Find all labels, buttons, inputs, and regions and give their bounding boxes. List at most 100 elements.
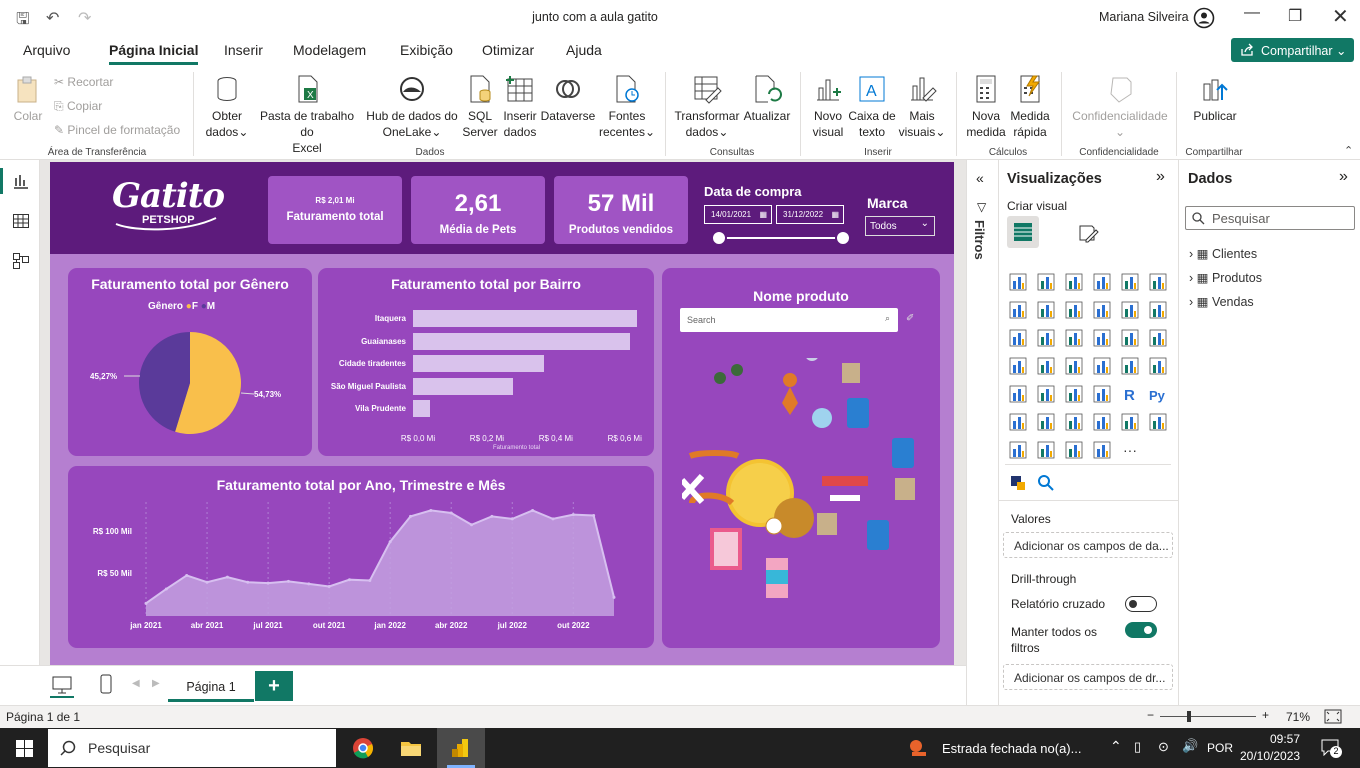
custom-visual-icon[interactable]: [1009, 474, 1027, 492]
next-page-icon[interactable]: ▶: [152, 678, 160, 689]
zoom-slider-handle[interactable]: [1187, 711, 1191, 722]
zoom-out-icon[interactable]: −: [1147, 708, 1154, 722]
bar-4[interactable]: [413, 400, 431, 417]
quick-measure-button[interactable]: Medida rápida: [1008, 74, 1052, 140]
fit-page-icon[interactable]: [1324, 709, 1342, 724]
area-point[interactable]: [612, 595, 616, 599]
avatar[interactable]: [1193, 7, 1215, 29]
end-date-input[interactable]: 31/12/2022 ▦: [776, 205, 844, 224]
area-point[interactable]: [225, 575, 229, 579]
clock-date[interactable]: 20/10/2023: [1240, 749, 1300, 763]
keep-filters-toggle[interactable]: [1125, 622, 1157, 638]
battery-icon[interactable]: ▯: [1134, 739, 1141, 755]
collapse-ribbon-icon[interactable]: ⌃: [1344, 144, 1353, 157]
area-point[interactable]: [470, 523, 474, 527]
get-data-button[interactable]: Obter dados⌄: [204, 74, 250, 140]
goals-icon[interactable]: [1121, 413, 1139, 431]
report-view-icon[interactable]: [12, 172, 30, 190]
collapse-icon[interactable]: »: [1156, 168, 1165, 186]
pie-icon[interactable]: [1093, 329, 1111, 347]
power-apps-icon[interactable]: [1009, 441, 1027, 459]
language-indicator[interactable]: POR: [1207, 741, 1233, 755]
model-view-icon[interactable]: [12, 252, 30, 270]
chevron-up-icon[interactable]: ⌃: [1110, 738, 1122, 755]
close-icon[interactable]: ✕: [1332, 4, 1349, 29]
line-chart-icon[interactable]: [1009, 301, 1027, 319]
area-point[interactable]: [144, 601, 148, 605]
cross-report-toggle[interactable]: [1125, 596, 1157, 612]
stacked-column-icon[interactable]: [1037, 273, 1055, 291]
clock-time[interactable]: 09:57: [1240, 732, 1300, 746]
gauge-icon[interactable]: [1093, 357, 1111, 375]
sql-server-button[interactable]: SQL Server: [462, 74, 498, 140]
menu-arquivo[interactable]: Arquivo: [23, 42, 70, 58]
arrows-icon[interactable]: [1093, 441, 1111, 459]
enter-data-button[interactable]: Inserir dados: [500, 74, 540, 140]
matrix-icon[interactable]: [1093, 385, 1111, 403]
bar-1[interactable]: [413, 332, 631, 350]
text-box-button[interactable]: A Caixa de texto: [848, 74, 896, 140]
desktop-layout-icon[interactable]: [52, 676, 72, 694]
build-visual-tab[interactable]: [1007, 216, 1039, 248]
paste-button[interactable]: Colar: [10, 74, 46, 124]
transform-data-button[interactable]: Transformar dados⌄: [674, 74, 740, 140]
volume-icon[interactable]: 🔊: [1182, 738, 1198, 754]
values-field-well[interactable]: Adicionar os campos de da...: [1003, 532, 1173, 558]
python-visual-icon[interactable]: Py: [1149, 385, 1167, 403]
decomposition-tree-icon[interactable]: [1037, 413, 1055, 431]
copy-button[interactable]: ⎘ Copiar: [54, 99, 102, 114]
filters-label[interactable]: Filtros: [972, 220, 987, 260]
clustered-column-icon[interactable]: [1093, 273, 1111, 291]
r-visual-icon[interactable]: R: [1121, 385, 1139, 403]
area-point[interactable]: [185, 573, 189, 577]
chrome-icon[interactable]: [352, 737, 374, 759]
treemap-icon[interactable]: [1149, 329, 1167, 347]
filters-pane-collapsed[interactable]: « ▽ Filtros: [966, 160, 998, 705]
narrative-icon[interactable]: [1093, 413, 1111, 431]
area-point[interactable]: [571, 513, 575, 517]
drillthrough-field-well[interactable]: Adicionar os campos de dr...: [1003, 664, 1173, 690]
area-point[interactable]: [368, 579, 372, 583]
card-icon[interactable]: [1121, 357, 1139, 375]
table-produtos[interactable]: › ▦ Produtos: [1189, 270, 1262, 285]
sensitivity-button[interactable]: Confidencialidade ⌄: [1068, 74, 1172, 140]
paginated-icon[interactable]: [1149, 413, 1167, 431]
area-point[interactable]: [429, 508, 433, 512]
donut-icon[interactable]: [1121, 329, 1139, 347]
menu-ajuda[interactable]: Ajuda: [566, 42, 602, 58]
recent-sources-button[interactable]: Fontes recentes⌄: [598, 74, 656, 140]
line-column-icon[interactable]: [1093, 301, 1111, 319]
table-view-icon[interactable]: [12, 212, 30, 230]
taskbar-search-input[interactable]: Pesquisar: [48, 729, 336, 767]
line-clustered-icon[interactable]: [1121, 301, 1139, 319]
user-name[interactable]: Mariana Silveira: [1099, 10, 1189, 24]
table-clientes[interactable]: › ▦ Clientes: [1189, 246, 1257, 261]
slicer-icon[interactable]: [1037, 385, 1055, 403]
area-point[interactable]: [164, 587, 168, 591]
azure-map-icon[interactable]: [1065, 357, 1083, 375]
date-slider-end-handle[interactable]: [835, 230, 851, 246]
bar-2[interactable]: [413, 355, 544, 372]
filled-map-icon[interactable]: [1037, 357, 1055, 375]
add-page-button[interactable]: +: [255, 671, 293, 701]
more-icon[interactable]: ···: [1121, 441, 1139, 459]
weather-text[interactable]: Estrada fechada no(a)...: [942, 741, 1081, 756]
dataverse-button[interactable]: Dataverse: [540, 74, 596, 124]
powerbi-taskbar-button[interactable]: [437, 728, 485, 768]
mobile-layout-icon[interactable]: [100, 674, 112, 694]
clustered-bar-icon[interactable]: [1065, 273, 1083, 291]
menu-pagina-inicial[interactable]: Página Inicial: [109, 42, 199, 65]
area-point[interactable]: [347, 578, 351, 582]
restore-icon[interactable]: ❐: [1288, 6, 1302, 26]
stacked-bar-icon[interactable]: [1009, 273, 1027, 291]
minimize-icon[interactable]: —: [1244, 4, 1260, 22]
start-date-input[interactable]: 14/01/2021 ▦: [704, 205, 772, 224]
ribbon-chart-icon[interactable]: [1149, 301, 1167, 319]
kpi-card-pets[interactable]: 2,61 Média de Pets: [411, 176, 545, 244]
product-search-input[interactable]: Search ⌕: [680, 308, 898, 332]
cut-button[interactable]: ✂ Recortar: [54, 75, 113, 89]
kpi-icon[interactable]: [1009, 385, 1027, 403]
more-visuals-button[interactable]: Mais visuais⌄: [897, 74, 947, 140]
menu-modelagem[interactable]: Modelagem: [293, 42, 366, 58]
menu-exibicao[interactable]: Exibição: [400, 42, 453, 58]
